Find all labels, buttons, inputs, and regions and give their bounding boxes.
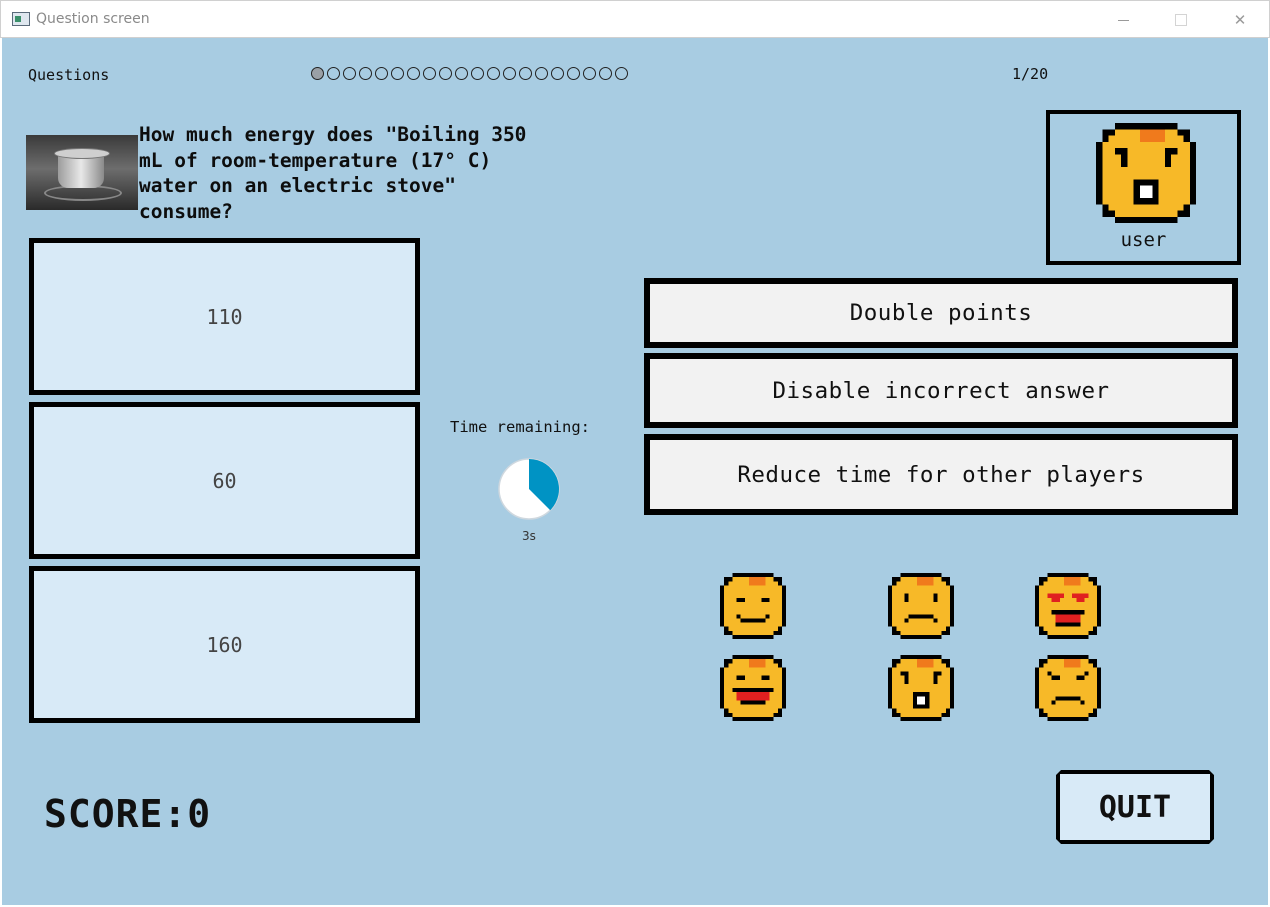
progress-dot <box>407 67 420 80</box>
sad-face-icon[interactable] <box>888 573 954 639</box>
progress-dot <box>583 67 596 80</box>
question-counter: 1/20 <box>1012 65 1049 83</box>
progress-dot <box>567 67 580 80</box>
player-name: user <box>1120 229 1167 251</box>
timer-pie <box>498 458 560 520</box>
progress-dot <box>551 67 564 80</box>
close-button[interactable]: ✕ <box>1211 1 1269 39</box>
progress-dot <box>487 67 500 80</box>
reduce-time-button[interactable]: Reduce time for other players <box>644 434 1238 515</box>
progress-dot <box>503 67 516 80</box>
questions-label: Questions <box>28 66 110 84</box>
timer-seconds: 3s <box>522 529 536 543</box>
progress-dot <box>375 67 388 80</box>
smiling-face-icon[interactable] <box>720 573 786 639</box>
time-remaining-label: Time remaining: <box>450 418 590 436</box>
progress-dot <box>359 67 372 80</box>
window-titlebar: Question screen ✕ <box>0 0 1270 38</box>
progress-dot <box>343 67 356 80</box>
surprised-face-icon <box>1096 123 1196 223</box>
score-display: SCORE:0 <box>44 792 212 836</box>
laughing-face-icon[interactable] <box>720 655 786 721</box>
maximize-button[interactable] <box>1152 1 1210 39</box>
player-card: user <box>1046 110 1241 265</box>
progress-dot <box>599 67 612 80</box>
progress-dot <box>615 67 628 80</box>
question-image <box>26 135 138 210</box>
progress-dot <box>471 67 484 80</box>
progress-dot <box>519 67 532 80</box>
answer-option-3[interactable]: 160 <box>29 566 420 723</box>
progress-dot <box>311 67 324 80</box>
heart-eyes-face-icon[interactable] <box>1035 573 1101 639</box>
answer-option-1[interactable]: 110 <box>29 238 420 395</box>
progress-dot <box>439 67 452 80</box>
double-points-button[interactable]: Double points <box>644 278 1238 348</box>
game-stage: Questions 1/20 How much energy does "Boi… <box>2 38 1268 905</box>
question-text: How much energy does "Boiling 350 mL of … <box>139 123 527 223</box>
disable-incorrect-answer-button[interactable]: Disable incorrect answer <box>644 353 1238 428</box>
window-title: Question screen <box>36 11 150 27</box>
progress-dot <box>455 67 468 80</box>
answer-option-2[interactable]: 60 <box>29 402 420 559</box>
app-icon <box>12 12 30 26</box>
quit-button[interactable]: QUIT <box>1056 770 1214 844</box>
progress-dot <box>423 67 436 80</box>
progress-dot <box>327 67 340 80</box>
question-progress-dots <box>311 67 628 82</box>
surprised-face-icon[interactable] <box>888 655 954 721</box>
boiling-pot-image <box>54 148 110 188</box>
angry-face-icon[interactable] <box>1035 655 1101 721</box>
progress-dot <box>391 67 404 80</box>
progress-dot <box>535 67 548 80</box>
minimize-button[interactable] <box>1094 1 1152 39</box>
